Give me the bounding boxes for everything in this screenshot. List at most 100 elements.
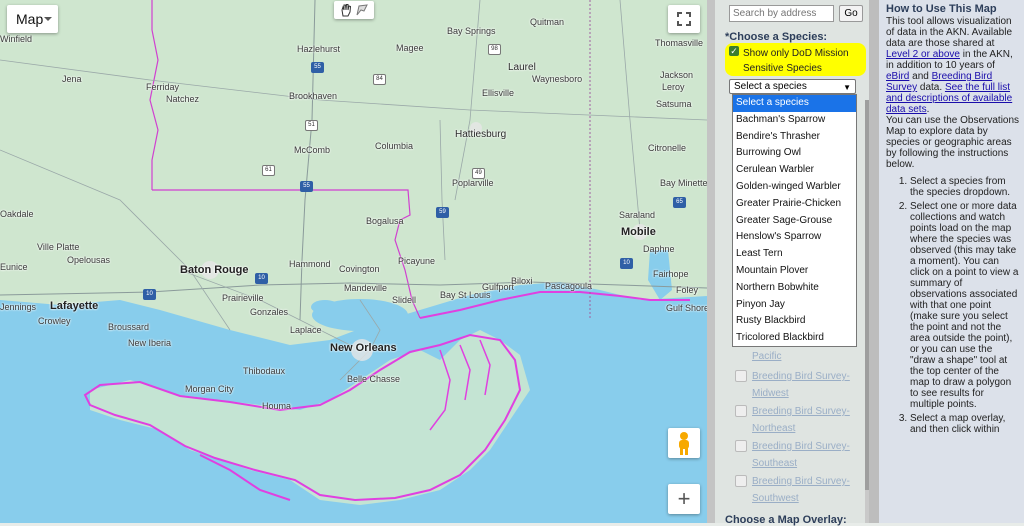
map-label: Winfield bbox=[0, 34, 33, 44]
dod-checkbox-label[interactable]: Show only DoD Mission Sensitive Species bbox=[743, 46, 865, 76]
map-label: Waynesboro bbox=[532, 74, 583, 84]
map-label: Crowley bbox=[38, 316, 71, 326]
address-search-input[interactable] bbox=[729, 5, 834, 22]
map-label: Citronelle bbox=[648, 143, 687, 153]
go-button[interactable]: Go bbox=[839, 5, 863, 22]
species-dropdown-list[interactable]: Select a species Bachman's Sparrow Bendi… bbox=[732, 94, 857, 347]
collection-checkbox[interactable] bbox=[735, 475, 747, 487]
dod-checkbox[interactable]: ✓ bbox=[729, 46, 739, 56]
map-label: Eunice bbox=[0, 262, 28, 272]
map-label: Gulf Shores bbox=[666, 303, 707, 313]
how-to-paragraph: You can use the Observations Map to expl… bbox=[886, 115, 1020, 170]
intro-text: data. bbox=[917, 82, 945, 93]
map-label: Saraland bbox=[619, 210, 656, 220]
highway-shield: 61 bbox=[262, 165, 275, 176]
map-type-button[interactable]: Map bbox=[7, 5, 58, 33]
map-label: Ferriday bbox=[146, 82, 180, 92]
species-option[interactable]: Select a species bbox=[733, 95, 856, 112]
species-option[interactable]: Bachman's Sparrow bbox=[733, 112, 856, 129]
map-label: New Orleans bbox=[330, 342, 397, 354]
map-label: Mobile bbox=[621, 226, 656, 238]
map-label: Oakdale bbox=[0, 209, 34, 219]
map-label: Gonzales bbox=[250, 307, 289, 317]
map-label: Covington bbox=[339, 264, 380, 274]
choose-overlay-heading: Choose a Map Overlay: bbox=[725, 514, 847, 526]
how-to-step: Select one or more data collections and … bbox=[910, 201, 1020, 410]
intro-text: This tool allows visualization of data i… bbox=[886, 16, 1013, 49]
species-select-value: Select a species bbox=[734, 81, 807, 92]
species-option[interactable]: Bendire's Thrasher bbox=[733, 129, 856, 146]
species-option[interactable]: Northern Bobwhite bbox=[733, 280, 856, 297]
species-option[interactable]: Greater Prairie-Chicken bbox=[733, 196, 856, 213]
collection-checkbox[interactable] bbox=[735, 405, 747, 417]
map-label: Biloxi bbox=[511, 276, 533, 286]
map-label: Jennings bbox=[0, 302, 37, 312]
highway-shield: 10 bbox=[620, 258, 633, 269]
how-to-steps: Select a species from the species dropdo… bbox=[886, 176, 1020, 435]
how-to-title: How to Use This Map bbox=[886, 3, 997, 15]
street-view-pegman[interactable] bbox=[668, 428, 700, 458]
map-label: Belle Chasse bbox=[347, 374, 401, 384]
map-label: Poplarville bbox=[452, 178, 494, 188]
species-option[interactable]: Tricolored Blackbird bbox=[733, 330, 856, 347]
map-label: Fairhope bbox=[653, 269, 689, 279]
collection-link[interactable]: Breeding Bird Survey-Midwest bbox=[752, 368, 864, 402]
map-label: Laplace bbox=[290, 325, 322, 335]
how-to-step: Select a map overlay, and then click wit… bbox=[910, 413, 1020, 435]
map-label: McComb bbox=[294, 145, 331, 155]
map-label: Opelousas bbox=[67, 255, 111, 265]
map-label: Bay Springs bbox=[447, 26, 496, 36]
map-label: Baton Rouge bbox=[180, 264, 249, 276]
species-option[interactable]: Burrowing Owl bbox=[733, 145, 856, 162]
species-option[interactable]: Mountain Plover bbox=[733, 263, 856, 280]
map-label: Pascagoula bbox=[545, 281, 593, 291]
map-label: Jena bbox=[62, 74, 82, 84]
ebird-link[interactable]: eBird bbox=[886, 71, 909, 82]
map-canvas[interactable]: Winfield Jena Ferriday Natchez Hazlehurs… bbox=[0, 0, 707, 523]
how-to-intro: This tool allows visualization of data i… bbox=[886, 16, 1020, 115]
map-label: Foley bbox=[676, 285, 699, 295]
highway-shield: 65 bbox=[673, 197, 686, 208]
collection-link[interactable]: Breeding Bird Survey-Northeast bbox=[752, 403, 864, 437]
map-label: Houma bbox=[262, 401, 292, 411]
choose-species-heading: *Choose a Species: bbox=[725, 31, 828, 43]
how-to-panel: How to Use This Map This tool allows vis… bbox=[869, 0, 1024, 523]
species-option[interactable]: Pinyon Jay bbox=[733, 297, 856, 314]
highway-shield: 51 bbox=[305, 120, 318, 131]
map-label: Hazlehurst bbox=[297, 44, 341, 54]
how-to-step: Select a species from the species dropdo… bbox=[910, 176, 1020, 198]
species-option[interactable]: Golden-winged Warbler bbox=[733, 179, 856, 196]
map-type-label: Map bbox=[16, 11, 44, 27]
map-label: Thomasville bbox=[655, 38, 704, 48]
highway-shield: 49 bbox=[472, 168, 485, 179]
map-label: Prairieville bbox=[222, 293, 264, 303]
collection-link[interactable]: Pacific bbox=[752, 348, 864, 365]
map-label: New Iberia bbox=[128, 338, 172, 348]
collection-link[interactable]: Breeding Bird Survey-Southeast bbox=[752, 438, 864, 472]
species-option[interactable]: Cerulean Warbler bbox=[733, 162, 856, 179]
species-option[interactable]: Least Tern bbox=[733, 246, 856, 263]
zoom-in-button[interactable]: + bbox=[668, 484, 700, 514]
species-option[interactable]: Greater Sage-Grouse bbox=[733, 213, 856, 230]
highway-shield: 55 bbox=[300, 181, 313, 192]
species-option[interactable]: Rusty Blackbird bbox=[733, 313, 856, 330]
map-label: Slidell bbox=[392, 295, 417, 305]
draw-shape-icon[interactable] bbox=[355, 3, 369, 17]
caret-down-icon bbox=[44, 17, 52, 21]
level-2-link[interactable]: Level 2 or above bbox=[886, 49, 960, 60]
intro-text: and bbox=[909, 71, 932, 82]
map-label: Thibodaux bbox=[243, 366, 286, 376]
map-label: Picayune bbox=[398, 256, 436, 266]
species-option[interactable]: Henslow's Sparrow bbox=[733, 229, 856, 246]
fullscreen-button[interactable] bbox=[668, 5, 700, 33]
map-label: Magee bbox=[396, 43, 424, 53]
collection-link[interactable]: Breeding Bird Survey-Southwest bbox=[752, 473, 864, 507]
map-label: Brookhaven bbox=[289, 91, 338, 101]
hand-icon[interactable] bbox=[339, 3, 353, 17]
pegman-icon bbox=[679, 432, 689, 455]
collection-checkbox[interactable] bbox=[735, 370, 747, 382]
species-select[interactable]: Select a species ▼ bbox=[729, 79, 856, 94]
collection-checkbox[interactable] bbox=[735, 440, 747, 452]
highway-shield: 10 bbox=[255, 273, 268, 284]
highway-shield: 10 bbox=[143, 289, 156, 300]
